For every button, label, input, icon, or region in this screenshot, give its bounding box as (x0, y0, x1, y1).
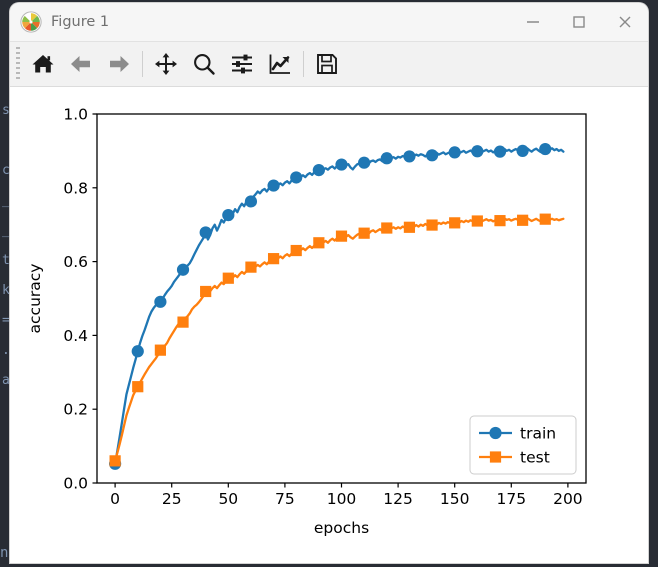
series-marker-train (493, 145, 507, 158)
toolbar-separator-1 (142, 51, 143, 77)
series-marker-test (222, 272, 234, 284)
series-marker-test (177, 316, 189, 328)
toolbar-separator-2 (303, 51, 304, 77)
y-axis-label: accuracy (26, 264, 44, 334)
back-arrow-icon (71, 56, 90, 72)
maximize-button[interactable] (556, 3, 602, 41)
series-marker-test (313, 237, 325, 249)
legend-label-test: test (520, 449, 550, 467)
legend-marker-test (489, 451, 502, 463)
forward-arrow-icon (110, 56, 129, 72)
series-marker-test (358, 227, 370, 239)
series-marker-test (403, 221, 416, 233)
save-button[interactable] (308, 46, 346, 82)
series-marker-test (109, 455, 121, 467)
x-tick-label: 125 (383, 490, 413, 508)
zoom-button[interactable] (185, 46, 223, 82)
series-marker-test (245, 261, 257, 273)
series-marker-train (380, 152, 393, 165)
series-marker-test (539, 213, 551, 225)
matplotlib-logo-icon (20, 11, 42, 33)
series-marker-test (290, 244, 302, 257)
legend: train test (469, 415, 577, 475)
x-tick-label: 150 (440, 490, 470, 508)
x-axis-label: epochs (314, 519, 369, 537)
series-marker-test (335, 230, 348, 242)
pan-button[interactable] (147, 46, 185, 82)
pan-move-icon (155, 53, 177, 75)
series-marker-train (199, 226, 212, 239)
save-floppy-icon (317, 54, 337, 74)
back-button[interactable] (62, 46, 100, 82)
legend-label-train: train (520, 425, 556, 443)
series-marker-test (154, 344, 166, 356)
x-tick-label: 25 (162, 490, 182, 508)
x-tick-label: 175 (496, 490, 526, 508)
y-tick-label: 0.0 (63, 475, 88, 493)
home-icon (32, 55, 54, 73)
y-tick-label: 0.8 (63, 179, 88, 197)
x-tick-label: 0 (110, 490, 120, 508)
home-button[interactable] (24, 46, 62, 82)
series-marker-train (267, 179, 280, 192)
series-marker-train (335, 158, 348, 171)
y-tick-label: 0.2 (63, 401, 88, 419)
series-marker-test (449, 217, 461, 229)
series-marker-train (358, 156, 371, 169)
x-tick-label: 100 (327, 490, 357, 508)
configure-subplots-sliders-icon (232, 54, 252, 74)
y-tick-label: 0.4 (63, 327, 88, 345)
forward-button[interactable] (100, 46, 138, 82)
x-tick-label: 200 (553, 490, 583, 508)
y-tick-label: 1.0 (63, 106, 88, 124)
x-tick-label: 50 (218, 490, 238, 508)
series-marker-train (154, 295, 167, 308)
series-marker-test (562, 87, 573, 98)
series-marker-test (200, 285, 212, 298)
series-marker-train (539, 142, 552, 156)
series-marker-test (381, 222, 393, 234)
series-marker-train (290, 171, 303, 184)
series-marker-train (562, 87, 574, 93)
window-title: Figure 1 (51, 14, 110, 30)
series-marker-train (244, 195, 258, 208)
legend-marker-train (489, 426, 502, 440)
series-marker-train (176, 263, 190, 276)
window-controls (510, 3, 648, 41)
series-marker-test (267, 253, 280, 265)
window-titlebar[interactable]: Figure 1 (10, 3, 648, 42)
series-marker-test (132, 381, 144, 393)
series-marker-train (471, 145, 484, 158)
edit-axis-curve-icon (269, 54, 290, 74)
figure-canvas[interactable]: 0 25 50 75 100 125 150 175 200 0.0 0.2 0.4 0.6 0.8 1.0… (10, 87, 648, 563)
series-marker-train (425, 149, 439, 162)
series-marker-train (448, 146, 461, 159)
zoom-magnifier-icon (194, 54, 215, 75)
configure-subplots-button[interactable] (223, 46, 261, 82)
x-tick-label: 75 (275, 490, 295, 508)
series-marker-train (516, 144, 529, 157)
edit-parameters-button[interactable] (261, 46, 299, 82)
series-marker-train (403, 150, 416, 163)
figure-toolbar (10, 42, 648, 87)
minimize-button[interactable] (510, 3, 556, 41)
series-marker-test (494, 215, 506, 227)
accuracy-vs-epochs-plot: 0 25 50 75 100 125 150 175 200 0.0 0.2 0.4 0.6 0.8 1.0… (26, 87, 587, 537)
toolbar-drag-handle[interactable] (16, 47, 20, 81)
series-marker-train (222, 209, 235, 222)
series-marker-test (517, 214, 529, 226)
series-marker-test (426, 219, 438, 231)
series-marker-test (471, 215, 483, 227)
figure-window: Figure 1 0 25 50 75 100 125 150 175 200 … (10, 3, 648, 563)
series-marker-train (312, 163, 325, 177)
close-button[interactable] (602, 3, 648, 41)
series-marker-train (131, 345, 144, 358)
y-tick-label: 0.6 (63, 253, 88, 271)
